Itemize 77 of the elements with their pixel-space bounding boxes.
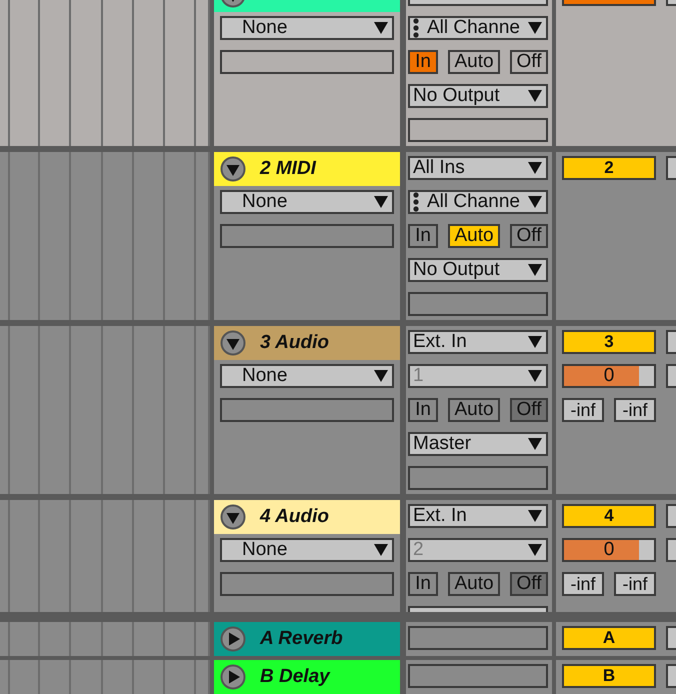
blank-field[interactable] bbox=[408, 664, 548, 688]
dropdown-arrow-icon bbox=[374, 196, 388, 208]
dropdown-arrow-icon bbox=[528, 370, 542, 382]
volume-fader[interactable]: 0 bbox=[562, 364, 656, 388]
dropdown-arrow-icon bbox=[528, 510, 542, 522]
track-title-bar[interactable]: 4 Audio bbox=[214, 500, 400, 534]
blank-field[interactable] bbox=[408, 626, 548, 650]
track-name: 2 MIDI bbox=[260, 158, 316, 180]
peak-meter-value: -inf bbox=[562, 398, 604, 422]
volume-fader[interactable]: 0 bbox=[562, 538, 656, 562]
expand-icon[interactable] bbox=[220, 626, 246, 652]
track-title-bar[interactable]: 3 Audio bbox=[214, 326, 400, 360]
instrument-dropdown[interactable]: None bbox=[220, 16, 394, 40]
track-activator-button[interactable]: B bbox=[562, 664, 656, 688]
dropdown-arrow-icon bbox=[528, 544, 542, 556]
dropdown-arrow-icon bbox=[528, 90, 542, 102]
track-activator-button[interactable]: A bbox=[562, 626, 656, 650]
blank-field[interactable] bbox=[408, 466, 548, 490]
blank-field[interactable] bbox=[220, 572, 394, 596]
dropdown-arrow-icon bbox=[528, 162, 542, 174]
track-title-bar[interactable]: B Delay bbox=[214, 660, 400, 694]
monitor-button[interactable]: Off bbox=[510, 398, 548, 422]
dropdown-arrow-icon bbox=[528, 438, 542, 450]
volume-value: 0 bbox=[602, 366, 616, 386]
blank-field[interactable] bbox=[220, 398, 394, 422]
output-dropdown[interactable]: No Output bbox=[408, 258, 548, 282]
input-type-dropdown[interactable]: All Ins bbox=[408, 156, 548, 180]
collapse-icon[interactable] bbox=[220, 156, 246, 182]
collapse-icon[interactable] bbox=[220, 330, 246, 356]
monitor-button[interactable]: Auto bbox=[448, 398, 500, 422]
dropdown-arrow-icon bbox=[374, 22, 388, 34]
instrument-dropdown[interactable]: None bbox=[220, 538, 394, 562]
track-activator-button[interactable]: 3 bbox=[562, 330, 656, 354]
input-type-dropdown[interactable]: Ext. In bbox=[408, 330, 548, 354]
dropdown-arrow-icon bbox=[374, 544, 388, 556]
track-name: B Delay bbox=[260, 666, 330, 688]
dropdown-arrow-icon bbox=[528, 22, 542, 34]
instrument-dropdown[interactable]: None bbox=[220, 364, 394, 388]
track-title-bar[interactable]: 2 MIDI bbox=[214, 152, 400, 186]
dots-icon bbox=[413, 192, 419, 212]
dropdown-arrow-icon bbox=[374, 370, 388, 382]
input-channel-dropdown[interactable]: All Channe bbox=[408, 190, 548, 214]
expand-icon[interactable] bbox=[220, 664, 246, 690]
monitor-button[interactable]: Off bbox=[510, 50, 548, 74]
track-title-bar[interactable]: A Reverb bbox=[214, 622, 400, 656]
monitor-button[interactable]: In bbox=[408, 572, 438, 596]
blank-field[interactable] bbox=[220, 50, 394, 74]
collapse-icon[interactable] bbox=[220, 504, 246, 530]
monitor-button[interactable]: In bbox=[408, 50, 438, 74]
output-dropdown[interactable]: No Output bbox=[408, 84, 548, 108]
blank-field[interactable] bbox=[408, 118, 548, 142]
track-activator-button[interactable]: 2 bbox=[562, 156, 656, 180]
dropdown-arrow-icon bbox=[528, 264, 542, 276]
volume-value: 0 bbox=[602, 540, 616, 560]
peak-meter-value: -inf bbox=[614, 398, 656, 422]
track-name: A Reverb bbox=[260, 628, 343, 650]
monitor-button[interactable]: Off bbox=[510, 224, 548, 248]
monitor-button[interactable]: Auto bbox=[448, 572, 500, 596]
monitor-button[interactable]: Auto bbox=[448, 50, 500, 74]
monitor-button[interactable]: Auto bbox=[448, 224, 500, 248]
input-type-dropdown[interactable]: Ext. In bbox=[408, 504, 548, 528]
blank-field[interactable] bbox=[408, 292, 548, 316]
track-name: 3 Audio bbox=[260, 332, 329, 354]
input-channel-dropdown[interactable]: All Channe bbox=[408, 16, 548, 40]
peak-meter-value: -inf bbox=[614, 572, 656, 596]
peak-meter-value: -inf bbox=[562, 572, 604, 596]
blank-field[interactable] bbox=[220, 224, 394, 248]
dropdown-arrow-icon bbox=[528, 196, 542, 208]
track-name: 4 Audio bbox=[260, 506, 329, 528]
track-activator-button[interactable]: 4 bbox=[562, 504, 656, 528]
output-dropdown[interactable]: Master bbox=[408, 432, 548, 456]
monitor-button[interactable]: Off bbox=[510, 572, 548, 596]
monitor-button[interactable]: In bbox=[408, 398, 438, 422]
dropdown-arrow-icon bbox=[528, 336, 542, 348]
instrument-dropdown[interactable]: None bbox=[220, 190, 394, 214]
monitor-button[interactable]: In bbox=[408, 224, 438, 248]
dots-icon bbox=[413, 18, 419, 38]
